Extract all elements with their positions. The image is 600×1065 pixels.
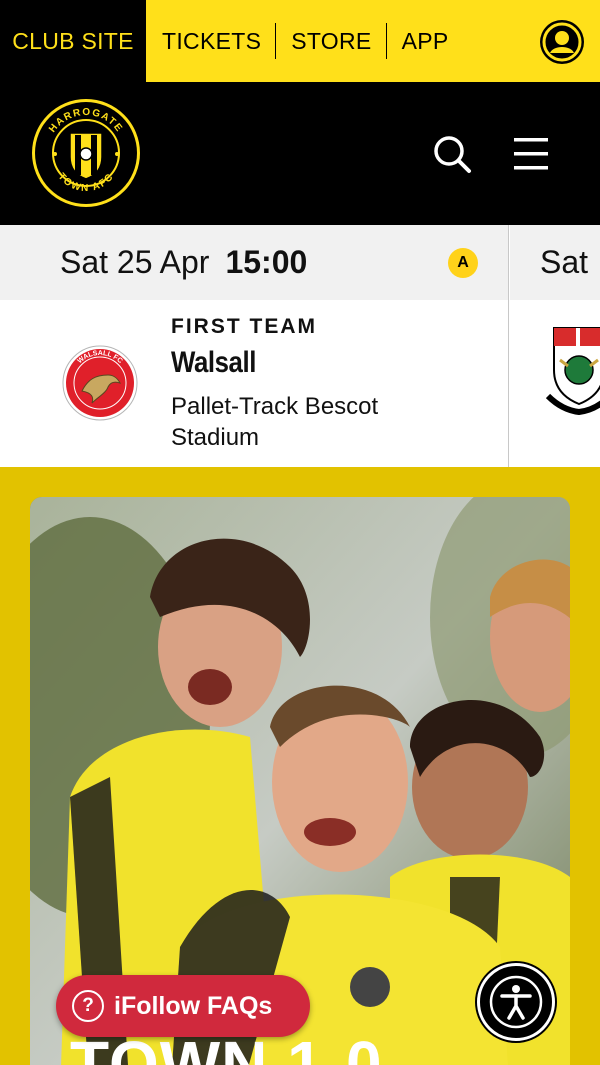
- faq-button-label: iFollow FAQs: [114, 991, 273, 1020]
- ifollow-faqs-button[interactable]: ? iFollow FAQs: [56, 975, 310, 1037]
- opponent-crest-icon: [545, 320, 600, 416]
- utility-bar: CLUB SITE TICKETS STORE APP: [0, 0, 600, 82]
- search-icon[interactable]: [430, 132, 474, 176]
- fixture-card[interactable]: Sat 25 Apr 15:00 A WALSALL FC FIRST TEAM…: [0, 225, 509, 467]
- away-badge: A: [448, 248, 478, 278]
- fixture-card[interactable]: Sat: [510, 225, 600, 467]
- help-icon: ?: [72, 990, 104, 1022]
- team-label: FIRST TEAM: [171, 315, 317, 338]
- club-crest-logo[interactable]: HARROGATE TOWN AFC: [30, 97, 142, 209]
- fixture-date: Sat 25 Apr: [60, 244, 210, 280]
- utility-links: TICKETS STORE APP: [146, 0, 463, 82]
- fixture-date-bar: Sat 25 Apr 15:00 A: [0, 225, 508, 300]
- store-link[interactable]: STORE: [291, 28, 385, 55]
- accessibility-icon[interactable]: [477, 963, 555, 1041]
- tickets-link[interactable]: TICKETS: [162, 28, 275, 55]
- fixture-details: WALSALL FC FIRST TEAM Walsall Pallet-Tra…: [0, 300, 508, 467]
- divider: [385, 23, 387, 59]
- divider: [275, 23, 277, 59]
- account-icon[interactable]: [540, 20, 584, 64]
- opponent-crest-icon: WALSALL FC: [62, 345, 138, 421]
- fixture-date: Sat: [540, 244, 589, 280]
- fixture-time: 15:00: [225, 244, 308, 280]
- fixture-details: [510, 300, 600, 467]
- app-link[interactable]: APP: [402, 28, 463, 55]
- opponent-name: Walsall: [171, 346, 256, 379]
- fixture-date-bar: Sat: [510, 225, 600, 300]
- venue-name: Pallet-Track Bescot Stadium: [171, 393, 379, 451]
- club-site-link[interactable]: CLUB SITE: [0, 0, 146, 82]
- hamburger-menu-icon[interactable]: [510, 132, 554, 176]
- fixtures-carousel[interactable]: Sat 25 Apr 15:00 A WALSALL FC FIRST TEAM…: [0, 225, 600, 467]
